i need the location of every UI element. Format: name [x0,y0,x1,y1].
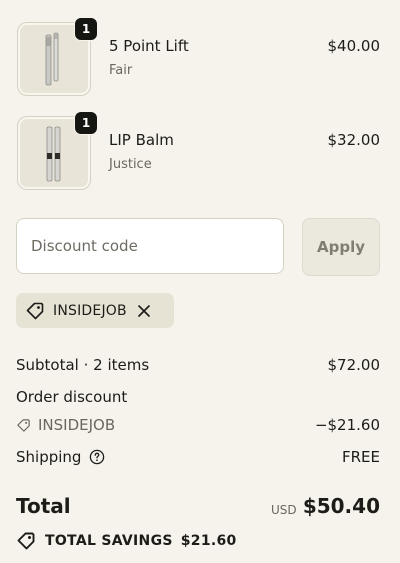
total-label: Total [16,494,71,518]
total-savings: TOTAL SAVINGS $21.60 [16,531,237,551]
apply-discount-button[interactable]: Apply [302,218,380,276]
order-discount-row: Order discount [16,388,380,406]
currency-code: USD [271,503,297,517]
shipping-label-group: Shipping [16,448,380,466]
shipping-label: Shipping [16,448,82,466]
product-variant: Fair [109,63,133,78]
tag-icon [17,418,30,432]
tag-icon [26,302,44,319]
savings-amount: $21.60 [180,533,237,549]
subtotal-label: Subtotal · 2 items [16,356,150,374]
discount-code-row: INSIDEJOB −$21.60 [16,416,380,434]
help-icon[interactable] [89,449,105,465]
savings-tag-icon [17,532,35,550]
total-amount: $50.40 [302,494,380,518]
shipping-row: Shipping FREE [16,448,380,466]
subtotal-value: $72.00 [327,356,381,374]
order-discount-label: Order discount [16,388,128,406]
discount-code-input[interactable] [16,218,284,274]
remove-discount-icon[interactable] [137,304,151,318]
subtotal-row: Subtotal · 2 items $72.00 [16,356,380,374]
discount-value: −$21.60 [314,416,380,434]
cart-item: 1 5 Point Lift Fair $40.00 [17,17,381,96]
product-variant: Justice [109,157,152,172]
product-name: LIP Balm [109,131,174,149]
product-price: $40.00 [327,37,381,55]
product-name: 5 Point Lift [109,37,189,55]
applied-discount-tag: INSIDEJOB [16,293,174,328]
quantity-badge: 1 [74,17,98,41]
cart-item: 1 LIP Balm Justice $32.00 [17,111,381,190]
quantity-badge: 1 [74,111,98,135]
applied-discount-code: INSIDEJOB [53,302,127,319]
product-price: $32.00 [327,131,381,149]
discount-code-text: INSIDEJOB [38,416,116,434]
shipping-value: FREE [341,448,380,466]
savings-label: TOTAL SAVINGS [45,533,173,549]
